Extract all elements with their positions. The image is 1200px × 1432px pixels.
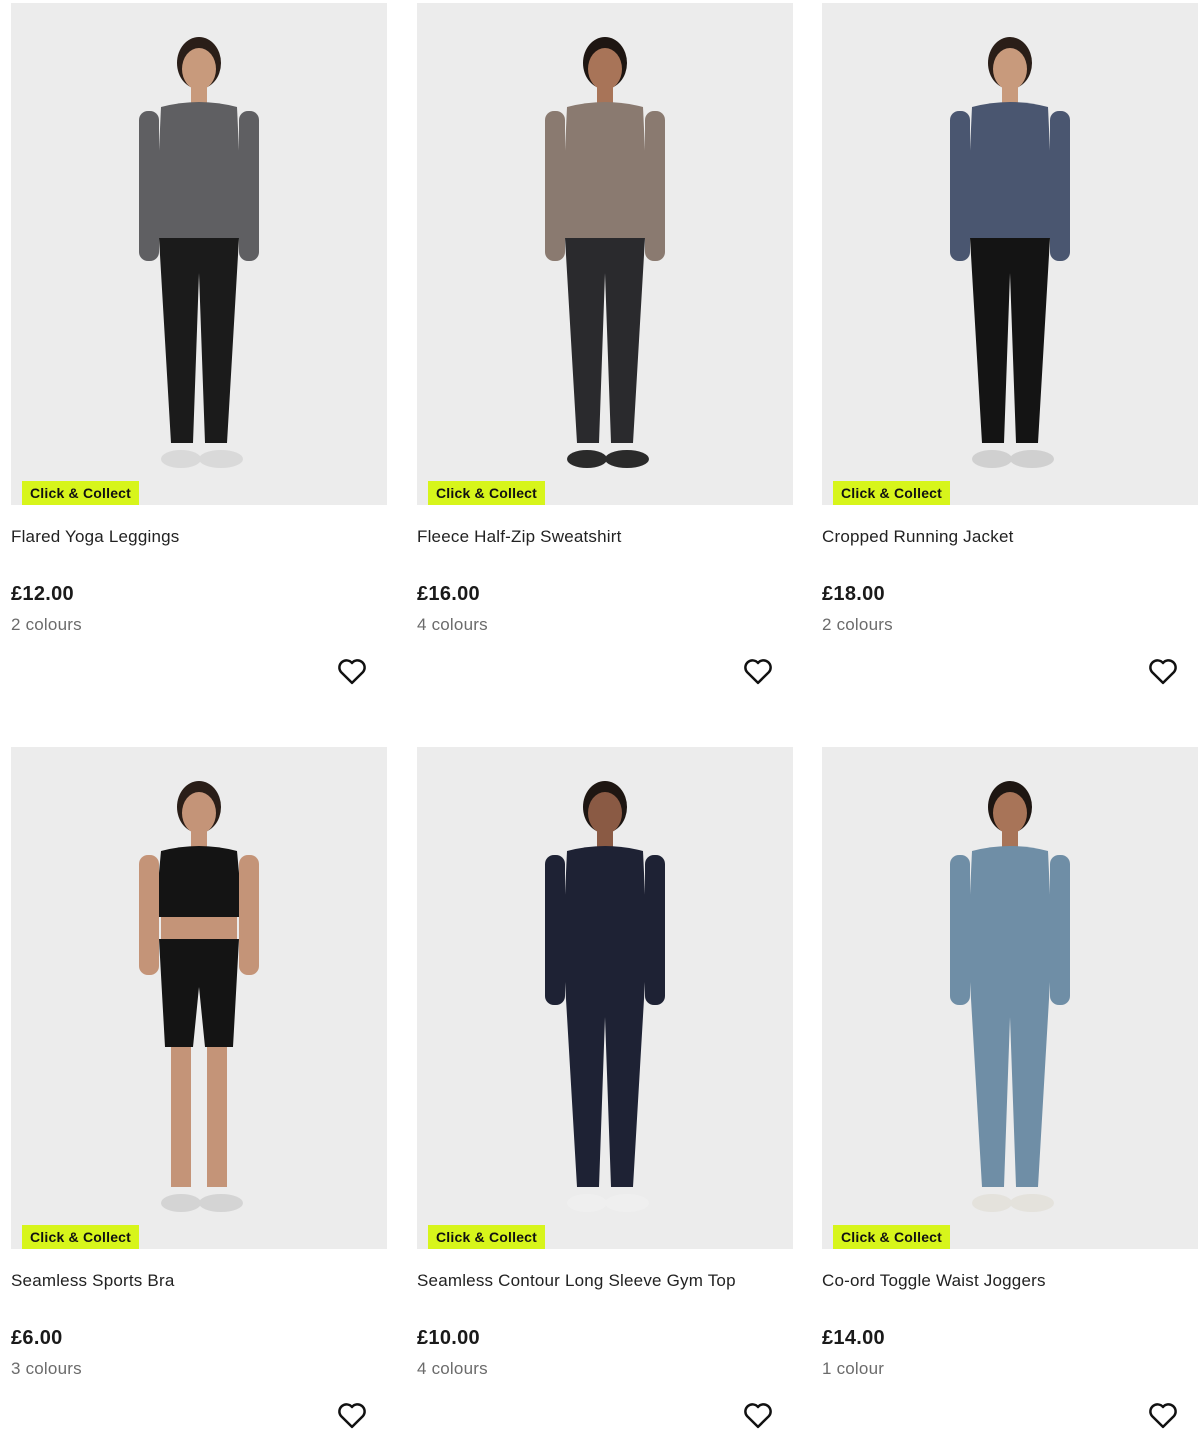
colour-count: 4 colours (417, 615, 488, 634)
click-collect-badge: Click & Collect (22, 1225, 140, 1249)
product-card[interactable]: Click & Collect Cropped Running Jacket £… (822, 3, 1198, 685)
heart-outline-icon (744, 659, 772, 685)
product-price: £6.00 (11, 1327, 63, 1349)
add-to-wishlist-button[interactable] (741, 654, 775, 688)
product-image[interactable]: Click & Collect (822, 747, 1198, 1249)
colour-count: 2 colours (11, 615, 82, 634)
product-price: £16.00 (417, 583, 480, 605)
product-card[interactable]: Click & Collect Seamless Contour Long Sl… (417, 747, 793, 1429)
product-card[interactable]: Click & Collect Flared Yoga Leggings £12… (11, 3, 387, 685)
product-image[interactable]: Click & Collect (11, 3, 387, 505)
product-card[interactable]: Click & Collect Co-ord Toggle Waist Jogg… (822, 747, 1198, 1429)
product-model-figure (139, 781, 259, 1212)
product-price: £10.00 (417, 1327, 480, 1349)
click-collect-badge: Click & Collect (833, 1225, 951, 1249)
product-model-figure (545, 781, 665, 1212)
product-model-figure (545, 37, 665, 468)
product-image[interactable]: Click & Collect (417, 747, 793, 1249)
product-model-figure (139, 37, 259, 468)
product-model-figure (950, 781, 1070, 1212)
product-name[interactable]: Fleece Half-Zip Sweatshirt (417, 527, 622, 547)
click-collect-badge: Click & Collect (833, 481, 951, 505)
colour-count: 1 colour (822, 1359, 885, 1378)
add-to-wishlist-button[interactable] (1146, 654, 1180, 688)
product-name[interactable]: Seamless Sports Bra (11, 1271, 174, 1291)
add-to-wishlist-button[interactable] (335, 1398, 369, 1432)
product-name[interactable]: Co-ord Toggle Waist Joggers (822, 1271, 1046, 1291)
product-image[interactable]: Click & Collect (822, 3, 1198, 505)
click-collect-badge: Click & Collect (428, 1225, 546, 1249)
colour-count: 3 colours (11, 1359, 82, 1378)
product-image[interactable]: Click & Collect (11, 747, 387, 1249)
product-name[interactable]: Flared Yoga Leggings (11, 527, 179, 547)
colour-count: 4 colours (417, 1359, 488, 1378)
add-to-wishlist-button[interactable] (741, 1398, 775, 1432)
product-card[interactable]: Click & Collect Fleece Half-Zip Sweatshi… (417, 3, 793, 685)
add-to-wishlist-button[interactable] (335, 654, 369, 688)
add-to-wishlist-button[interactable] (1146, 1398, 1180, 1432)
heart-outline-icon (338, 659, 366, 685)
heart-outline-icon (1149, 659, 1177, 685)
click-collect-badge: Click & Collect (22, 481, 140, 505)
colour-count: 2 colours (822, 615, 893, 634)
product-name[interactable]: Seamless Contour Long Sleeve Gym Top (417, 1271, 736, 1291)
product-card[interactable]: Click & Collect Seamless Sports Bra £6.0… (11, 747, 387, 1429)
heart-outline-icon (1149, 1403, 1177, 1429)
heart-outline-icon (744, 1403, 772, 1429)
product-price: £12.00 (11, 583, 74, 605)
product-image[interactable]: Click & Collect (417, 3, 793, 505)
product-model-figure (950, 37, 1070, 468)
product-price: £18.00 (822, 583, 885, 605)
product-name[interactable]: Cropped Running Jacket (822, 527, 1014, 547)
heart-outline-icon (338, 1403, 366, 1429)
click-collect-badge: Click & Collect (428, 481, 546, 505)
product-price: £14.00 (822, 1327, 885, 1349)
